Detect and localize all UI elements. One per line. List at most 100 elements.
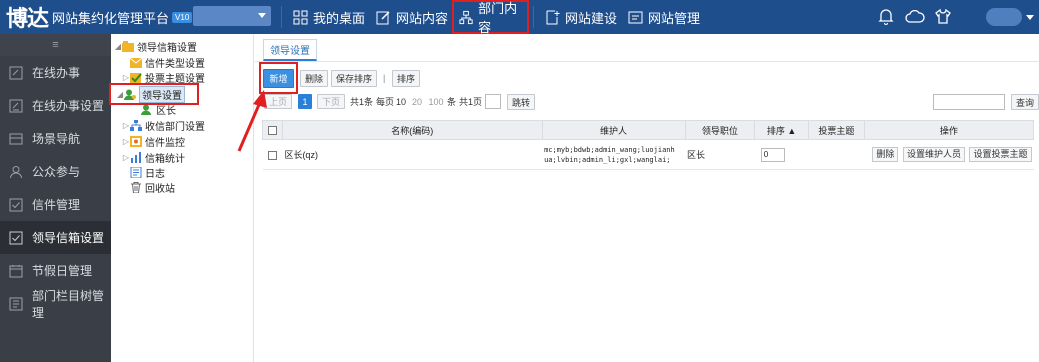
- nav-my-desktop[interactable]: 我的桌面: [293, 0, 365, 34]
- table-row[interactable]: 区长(qz) mc;myb;bdwb;admin_wang;luojianh u…: [262, 139, 1034, 170]
- tree-node-label: 日志: [145, 169, 165, 180]
- expand-icon[interactable]: ▷: [122, 153, 130, 162]
- col-actions: 操作: [863, 120, 1035, 140]
- leader-table: 名称(编码) 维护人 领导职位 排序 ▲ 投票主题 操作 区长(qz) mc;m…: [262, 120, 1035, 170]
- dept-icon: [130, 120, 142, 131]
- form-settings-icon: [9, 99, 23, 112]
- bell-icon[interactable]: [878, 8, 894, 25]
- page-size-option[interactable]: 20: [410, 94, 424, 109]
- shirt-icon[interactable]: [934, 8, 952, 25]
- sidebar-item-label: 在线办事设置: [32, 99, 105, 113]
- sidebar-item-leader-mailbox-settings[interactable]: 领导信箱设置: [0, 221, 111, 254]
- set-maintainer-button[interactable]: 设置维护人员: [902, 147, 965, 162]
- sidebar-item-mail-manage[interactable]: 信件管理: [0, 188, 111, 221]
- user-icon: [141, 104, 151, 115]
- nav-site-manage[interactable]: 网站管理: [628, 0, 700, 34]
- tree-node-recycle-bin[interactable]: 回收站: [130, 180, 175, 195]
- sidebar-item-online-service-settings[interactable]: 在线办事设置: [0, 89, 111, 122]
- monitor-icon: [130, 136, 142, 147]
- collapse-icon[interactable]: ◢: [114, 42, 122, 51]
- user-avatar[interactable]: [986, 8, 1022, 26]
- sort-button[interactable]: 排序: [392, 70, 421, 87]
- trash-icon: [131, 182, 141, 193]
- table-header-row: 名称(编码) 维护人 领导职位 排序 ▲ 投票主题 操作: [262, 120, 1035, 140]
- nav-label: 网站建设: [565, 10, 618, 26]
- col-vote-theme[interactable]: 投票主题: [808, 120, 865, 140]
- row-maintainers: mc;myb;bdwb;admin_wang;luojianh ua;lvbin…: [542, 139, 686, 170]
- col-name[interactable]: 名称(编码): [281, 120, 543, 140]
- main-content: 领导设置 新增 删除 保存排序 | 排序 上页 1 下页 共1条 每页 10 2…: [255, 34, 1039, 362]
- sidebar-item-label: 信件管理: [32, 198, 81, 212]
- toolbar-separator: |: [383, 72, 386, 83]
- annotation-arrow: [237, 90, 267, 152]
- top-header: 博达 网站集约化管理平台 V10 我的桌面 网站内容 部门内容 网站建设 网站管…: [0, 0, 1039, 35]
- save-sort-button[interactable]: 保存排序: [331, 70, 378, 87]
- nav-label: 我的桌面: [313, 10, 366, 26]
- org-chart-icon: [459, 10, 473, 24]
- page-number-current[interactable]: 1: [298, 94, 312, 109]
- folder-mail-icon: [122, 41, 134, 52]
- tree-node-root[interactable]: ◢ 领导信箱设置: [114, 39, 197, 54]
- goto-button[interactable]: 跳转: [507, 94, 536, 110]
- expand-icon[interactable]: ▷: [122, 137, 130, 146]
- nav-divider: [533, 6, 534, 28]
- search-button[interactable]: 查询: [1011, 94, 1039, 110]
- total-pages-text: 共1页: [459, 97, 483, 107]
- grid-icon: [293, 10, 308, 24]
- tree-node-receiving-dept[interactable]: ▷ 收信部门设置: [122, 118, 205, 133]
- row-vote-theme: [808, 139, 865, 170]
- delete-button[interactable]: 删除: [300, 70, 329, 87]
- total-items-text: 共1条: [350, 97, 374, 107]
- sidebar-item-holiday-manage[interactable]: 节假日管理: [0, 254, 111, 287]
- goto-page-input[interactable]: [485, 94, 501, 109]
- search-input[interactable]: [933, 94, 1005, 110]
- version-badge: V10: [172, 11, 193, 23]
- chevron-down-icon[interactable]: [1026, 15, 1034, 20]
- sidebar-item-scene-nav[interactable]: 场景导航: [0, 122, 111, 155]
- col-position[interactable]: 领导职位: [684, 120, 756, 140]
- tab-leader-settings[interactable]: 领导设置: [263, 39, 317, 61]
- sidebar-item-label: 领导信箱设置: [32, 231, 105, 245]
- expand-icon[interactable]: ▷: [122, 121, 130, 130]
- col-maintainer[interactable]: 维护人: [541, 120, 686, 140]
- sort-input[interactable]: 0: [760, 147, 785, 162]
- nav-divider: [281, 6, 282, 28]
- sidebar-item-label: 在线办事: [32, 66, 81, 80]
- site-selector[interactable]: [193, 6, 271, 26]
- tree-node-log[interactable]: 日志: [130, 165, 165, 180]
- nav-site-build[interactable]: 网站建设: [545, 0, 617, 34]
- add-page-icon: [546, 10, 560, 24]
- tree-node-mail-monitor[interactable]: ▷ 信件监控: [122, 134, 185, 149]
- row-position: 区长: [685, 139, 755, 170]
- mail-check-icon: [9, 198, 23, 211]
- sidebar-item-label: 场景导航: [32, 132, 81, 146]
- sidebar-item-online-service[interactable]: 在线办事: [0, 56, 111, 89]
- platform-title: 网站集约化管理平台: [52, 10, 170, 26]
- nav-label: 网站管理: [648, 10, 701, 26]
- next-page-button[interactable]: 下页: [317, 94, 346, 109]
- sidebar-item-dept-column-tree[interactable]: 部门栏目树管理: [0, 287, 111, 320]
- expand-icon[interactable]: ▷: [122, 73, 130, 82]
- maintainers-line: ua;lvbin;admin_li;gxl;wanglai;: [544, 155, 671, 164]
- col-sort[interactable]: 排序 ▲: [754, 120, 810, 140]
- items-unit: 条: [447, 97, 457, 107]
- row-sort-cell: 0: [754, 139, 809, 170]
- sidebar-item-public-participation[interactable]: 公众参与: [0, 155, 111, 188]
- set-vote-theme-button[interactable]: 设置投票主题: [969, 147, 1032, 162]
- cloud-icon[interactable]: [905, 8, 925, 25]
- nav-dept-content[interactable]: 部门内容: [452, 0, 529, 35]
- sidebar-toggle[interactable]: ≡: [0, 34, 111, 56]
- chevron-down-icon: [258, 13, 266, 18]
- tree-node-mailbox-stats[interactable]: ▷ 信箱统计: [122, 150, 185, 165]
- tab-underline: [255, 61, 1039, 62]
- nav-site-content[interactable]: 网站内容: [376, 0, 448, 34]
- page-size-option[interactable]: 10: [394, 94, 408, 109]
- tree-node-mail-type[interactable]: 信件类型设置: [122, 55, 205, 70]
- maintainers-line: mc;myb;bdwb;admin_wang;luojianh: [544, 145, 675, 154]
- log-icon: [130, 167, 142, 178]
- row-delete-button[interactable]: 删除: [872, 147, 899, 162]
- category-tree: ◢ 领导信箱设置 信件类型设置 ▷ 投票主题设置 ◢ 领导设置 区长 ▷ 收信部…: [109, 34, 254, 362]
- page-size-option[interactable]: 100: [427, 94, 445, 109]
- tree-node-label: 收信部门设置: [145, 122, 205, 133]
- manage-icon: [628, 11, 643, 23]
